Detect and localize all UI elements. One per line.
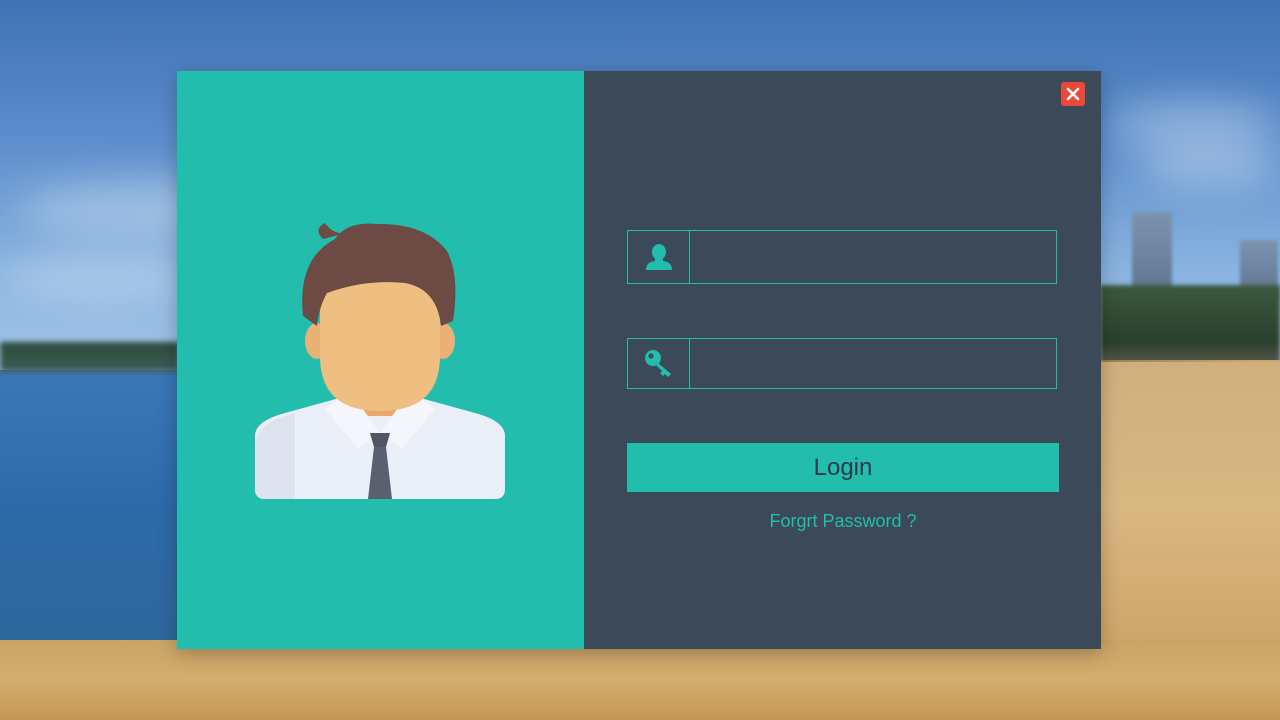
sand — [0, 640, 1280, 720]
cloud — [0, 255, 200, 300]
user-icon — [645, 244, 672, 270]
cloud — [1140, 140, 1280, 190]
username-field — [627, 230, 1057, 284]
close-button[interactable] — [1061, 82, 1085, 106]
form-panel: Login Forgrt Password ? — [584, 71, 1101, 649]
close-icon — [1066, 87, 1080, 101]
username-icon-cell — [628, 231, 690, 283]
password-input[interactable] — [690, 339, 1056, 388]
login-dialog: Login Forgrt Password ? — [177, 71, 1101, 649]
password-field — [627, 338, 1057, 389]
user-avatar-illustration — [255, 223, 505, 499]
palm-trees — [1100, 285, 1280, 365]
username-input[interactable] — [690, 231, 1056, 283]
forgot-password-link[interactable]: Forgrt Password ? — [627, 511, 1059, 532]
password-icon-cell — [628, 339, 690, 388]
login-button[interactable]: Login — [627, 443, 1059, 492]
avatar-panel — [177, 71, 584, 649]
key-icon — [644, 349, 671, 377]
